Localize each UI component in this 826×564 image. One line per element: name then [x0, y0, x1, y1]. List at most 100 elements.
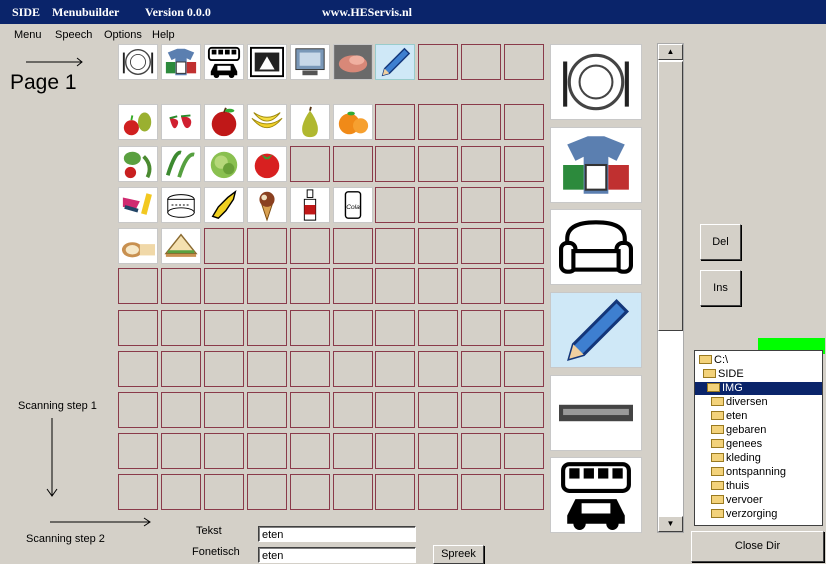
grid-cell-empty[interactable]: [418, 433, 458, 469]
grid-cell-empty[interactable]: [290, 351, 330, 387]
grid-cell-beans[interactable]: [161, 146, 201, 182]
grid-cell-empty[interactable]: [247, 351, 287, 387]
grid-cell-empty[interactable]: [247, 228, 287, 264]
grid-cell-empty[interactable]: [247, 310, 287, 346]
grid-cell-empty[interactable]: [333, 474, 373, 510]
grid-cell-empty[interactable]: [504, 268, 544, 304]
menu-item-speech[interactable]: Speech: [55, 29, 92, 41]
grid-cell-empty[interactable]: [333, 433, 373, 469]
grid-cell-bus-car[interactable]: [204, 44, 244, 80]
grid-cell-empty[interactable]: [504, 228, 544, 264]
grid-cell-empty[interactable]: [418, 228, 458, 264]
grid-cell-empty[interactable]: [161, 310, 201, 346]
menu-item-menu[interactable]: Menu: [14, 29, 42, 41]
grid-cell-empty[interactable]: [290, 392, 330, 428]
grid-cell-empty[interactable]: [418, 474, 458, 510]
grid-cell-empty[interactable]: [504, 44, 544, 80]
grid-cell-empty[interactable]: [461, 433, 501, 469]
grid-cell-can[interactable]: Cola: [333, 187, 373, 223]
dir-item-thuis[interactable]: thuis: [711, 480, 749, 493]
grid-cell-empty[interactable]: [204, 392, 244, 428]
grid-cell-empty[interactable]: [204, 228, 244, 264]
ins-button[interactable]: Ins: [700, 270, 741, 306]
dir-item-side[interactable]: SIDE: [703, 368, 744, 381]
grid-cell-empty[interactable]: [504, 351, 544, 387]
grid-cell-empty[interactable]: [504, 433, 544, 469]
grid-cell-empty[interactable]: [247, 268, 287, 304]
del-button[interactable]: Del: [700, 224, 741, 260]
dir-item-verzorging[interactable]: verzorging: [711, 508, 777, 521]
grid-cell-empty[interactable]: [290, 474, 330, 510]
grid-cell-empty[interactable]: [118, 310, 158, 346]
grid-cell-empty[interactable]: [504, 310, 544, 346]
grid-cell-flesh[interactable]: [333, 44, 373, 80]
tekst-input[interactable]: eten: [258, 526, 416, 542]
grid-cell-empty[interactable]: [504, 474, 544, 510]
grid-cell-empty[interactable]: [375, 268, 415, 304]
dir-item-img[interactable]: IMG: [695, 382, 822, 395]
grid-cell-empty[interactable]: [118, 268, 158, 304]
preview-plate[interactable]: [550, 44, 642, 120]
grid-cell-empty[interactable]: [418, 187, 458, 223]
grid-cell-empty[interactable]: [290, 228, 330, 264]
grid-cell-icecream[interactable]: [247, 187, 287, 223]
grid-cell-empty[interactable]: [247, 433, 287, 469]
preview-keyboard[interactable]: [550, 375, 642, 451]
grid-cell-empty[interactable]: [161, 351, 201, 387]
grid-cell-bottle[interactable]: [290, 187, 330, 223]
grid-cell-cake[interactable]: [161, 187, 201, 223]
grid-cell-empty[interactable]: [461, 268, 501, 304]
grid-cell-empty[interactable]: [290, 268, 330, 304]
grid-cell-empty[interactable]: [375, 351, 415, 387]
grid-cell-empty[interactable]: [461, 187, 501, 223]
spreek-button[interactable]: Spreek: [433, 545, 484, 564]
dir-item-c[interactable]: C:\: [699, 354, 728, 367]
grid-cell-empty[interactable]: [375, 228, 415, 264]
grid-cell-pencil[interactable]: [375, 44, 415, 80]
grid-cell-candy[interactable]: [118, 187, 158, 223]
grid-cell-banana[interactable]: [247, 104, 287, 140]
dir-item-diversen[interactable]: diversen: [711, 396, 768, 409]
grid-cell-empty[interactable]: [461, 392, 501, 428]
grid-cell-empty[interactable]: [333, 146, 373, 182]
directory-list[interactable]: C:\ SIDE IMG diversen eten gebaren genees kledi…: [694, 350, 823, 526]
preview-pencil[interactable]: [550, 292, 642, 368]
grid-cell-empty[interactable]: [290, 310, 330, 346]
scroll-down-button[interactable]: ▼: [658, 516, 683, 532]
grid-cell-empty[interactable]: [504, 392, 544, 428]
grid-cell-empty[interactable]: [204, 310, 244, 346]
grid-cell-empty[interactable]: [161, 433, 201, 469]
dir-item-kleding[interactable]: kleding: [711, 452, 761, 465]
grid-cell-empty[interactable]: [418, 104, 458, 140]
grid-cell-empty[interactable]: [118, 433, 158, 469]
grid-cell-lettuce[interactable]: [204, 146, 244, 182]
grid-cell-empty[interactable]: [118, 474, 158, 510]
grid-cell-empty[interactable]: [161, 474, 201, 510]
preview-sofa[interactable]: [550, 209, 642, 285]
preview-clothes[interactable]: [550, 127, 642, 203]
dir-item-ontspanning[interactable]: ontspanning: [711, 466, 786, 479]
grid-cell-empty[interactable]: [375, 474, 415, 510]
grid-cell-empty[interactable]: [461, 104, 501, 140]
grid-cell-empty[interactable]: [418, 310, 458, 346]
grid-cell-empty[interactable]: [118, 392, 158, 428]
grid-cell-empty[interactable]: [333, 268, 373, 304]
grid-cell-empty[interactable]: [504, 104, 544, 140]
scroll-thumb[interactable]: [658, 61, 683, 331]
grid-cell-empty[interactable]: [204, 351, 244, 387]
grid-cell-apple[interactable]: [204, 104, 244, 140]
grid-cell-empty[interactable]: [461, 310, 501, 346]
grid-cell-vegetables[interactable]: [118, 146, 158, 182]
grid-cell-empty[interactable]: [461, 351, 501, 387]
grid-cell-empty[interactable]: [204, 433, 244, 469]
grid-cell-plate[interactable]: [118, 44, 158, 80]
grid-cell-sweet[interactable]: [204, 187, 244, 223]
dir-item-genees[interactable]: genees: [711, 438, 762, 451]
grid-cell-empty[interactable]: [247, 392, 287, 428]
dir-item-eten[interactable]: eten: [711, 410, 747, 423]
fonetisch-input[interactable]: eten: [258, 547, 416, 563]
grid-cell-empty[interactable]: [375, 104, 415, 140]
grid-cell-empty[interactable]: [375, 433, 415, 469]
grid-cell-bread[interactable]: [118, 228, 158, 264]
grid-cell-empty[interactable]: [161, 392, 201, 428]
